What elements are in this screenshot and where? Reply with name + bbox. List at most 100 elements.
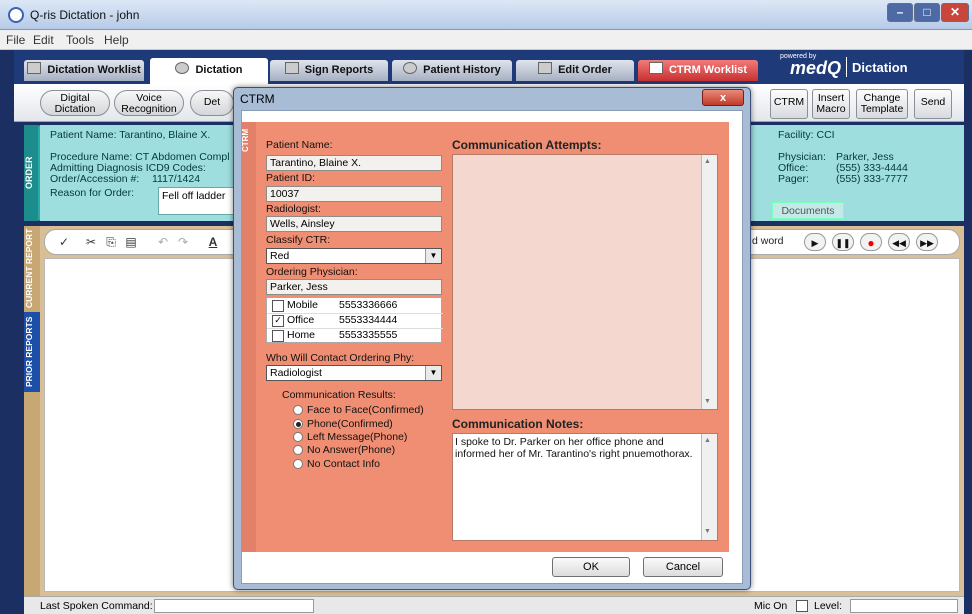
attempts-scrollbar[interactable] [701,155,717,409]
change-template-button[interactable]: Change Template [856,89,908,119]
send-button[interactable]: Send [914,89,952,119]
documents-button[interactable]: Documents [772,202,844,219]
ctrm-icon [648,62,663,74]
history-icon [403,62,418,74]
order-pager-value: (555) 333-7777 [836,173,908,185]
office-checkbox[interactable]: ✓ [272,315,284,327]
prior-reports-tab[interactable]: PRIOR REPORTS [24,312,40,392]
result-label: Face to Face(Confirmed) [307,404,424,416]
phone-type: Mobile [287,299,318,311]
result-radio-face-to-face[interactable] [293,405,303,415]
phone-type: Home [287,329,316,341]
phone-row-mobile: Mobile 5553336666 [267,298,443,314]
order-accession-label: Order/Accession #: [50,173,140,185]
play-icon[interactable]: ▶ [804,233,826,251]
who-contacts-select[interactable]: Radiologist ▼ [266,365,442,381]
menu-edit[interactable]: Edit [33,33,54,47]
result-radio-no-contact[interactable] [293,459,303,469]
communication-results-label: Communication Results: [282,389,396,401]
tab-sign-reports[interactable]: Sign Reports [270,60,388,81]
patient-name-field: Tarantino, Blaine X. [266,155,442,171]
communication-attempts-heading: Communication Attempts: [452,138,602,152]
redo-icon[interactable]: ↷ [176,234,190,250]
font-color-icon[interactable]: A [206,234,220,250]
mic-checkbox[interactable] [796,600,808,612]
tab-dictation[interactable]: Dictation [150,58,268,84]
tab-patient-history[interactable]: Patient History [392,60,512,81]
mobile-checkbox[interactable] [272,300,284,312]
result-label: Phone(Confirmed) [307,418,393,430]
notes-scrollbar[interactable] [701,434,717,540]
dialog-title: CTRM [240,92,275,106]
result-radio-no-answer[interactable] [293,445,303,455]
result-radio-phone-confirmed[interactable] [293,419,303,429]
cut-icon[interactable]: ✂ [84,234,98,250]
tab-label: Sign Reports [304,64,374,76]
tab-label: CTRM Worklist [668,64,748,76]
classify-ctr-select[interactable]: Red ▼ [266,248,442,264]
edit-order-icon [538,62,553,74]
undo-icon[interactable]: ↶ [156,234,170,250]
details-button[interactable]: Det [190,90,234,116]
result-label: Left Message(Phone) [307,431,408,443]
phone-number: 5553336666 [339,299,398,311]
title-bar: Q-ris Dictation - john [0,0,972,30]
result-label: No Contact Info [307,458,380,470]
medq-logo: medQ [790,58,842,78]
menu-help[interactable]: Help [104,33,129,47]
tab-label: Dictation Worklist [47,64,141,76]
tab-label: Patient History [423,64,501,76]
digital-dictation-button[interactable]: Digital Dictation [40,90,110,116]
who-contacts-label: Who Will Contact Ordering Phy: [266,352,415,364]
last-command-field [154,599,314,613]
worklist-icon [27,62,42,74]
order-facility: Facility: CCI [778,129,835,141]
window-title: Q-ris Dictation - john [30,8,140,22]
minimize-button[interactable]: – [887,3,913,22]
home-checkbox[interactable] [272,330,284,342]
pause-icon[interactable]: ❚❚ [832,233,854,251]
current-report-tab[interactable]: CURRENT REPORT [24,228,40,308]
cancel-button[interactable]: Cancel [643,557,723,577]
tab-edit-order[interactable]: Edit Order [516,60,634,81]
result-radio-left-message[interactable] [293,432,303,442]
communication-notes-text: I spoke to Dr. Parker on her office phon… [455,436,693,460]
ordering-physician-label: Ordering Physician: [266,266,358,278]
ctrm-button[interactable]: CTRM [770,89,808,119]
level-meter [850,599,958,613]
tab-dictation-worklist[interactable]: Dictation Worklist [24,60,144,81]
scroll-down-icon[interactable]: ▼ [704,528,711,535]
classify-ctr-value: Red [270,250,290,262]
close-window-button[interactable]: ✕ [941,3,969,22]
scroll-down-icon[interactable]: ▼ [704,398,711,405]
menu-file[interactable]: File [6,33,25,47]
voice-recognition-button[interactable]: Voice Recognition [114,90,184,116]
scroll-up-icon[interactable]: ▲ [704,158,711,165]
product-name: Dictation [852,60,908,75]
rewind-icon[interactable]: ◀◀ [888,233,910,251]
menu-tools[interactable]: Tools [66,33,94,47]
tab-ctrm-worklist[interactable]: CTRM Worklist [638,60,758,81]
paste-icon[interactable]: ▤ [124,234,138,250]
communication-attempts-list[interactable] [452,154,718,410]
phone-table: Mobile 5553336666 ✓ Office 5553334444 Ho… [266,297,443,343]
order-reason-value: Fell off ladder [162,190,226,202]
insert-macro-button[interactable]: Insert Macro [812,89,850,119]
phone-row-home: Home 5553335555 [267,328,443,343]
ok-button[interactable]: OK [552,557,630,577]
patient-id-label: Patient ID: [266,172,316,184]
maximize-button[interactable]: □ [914,3,940,22]
communication-notes-heading: Communication Notes: [452,417,584,431]
order-side-tab[interactable]: ORDER [24,125,38,221]
last-command-label: Last Spoken Command: [40,600,153,612]
fast-forward-icon[interactable]: ▶▶ [916,233,938,251]
copy-icon[interactable]: ⎘ [104,234,118,250]
spellcheck-icon[interactable]: ✓ [56,234,72,250]
dropdown-arrow-icon: ▼ [425,249,441,263]
dialog-close-button[interactable]: x [702,89,744,106]
record-icon[interactable]: ● [860,233,882,251]
dialog-side [241,122,256,552]
patient-name-label: Patient Name: [266,139,333,151]
scroll-up-icon[interactable]: ▲ [704,437,711,444]
classify-ctr-label: Classify CTR: [266,234,331,246]
